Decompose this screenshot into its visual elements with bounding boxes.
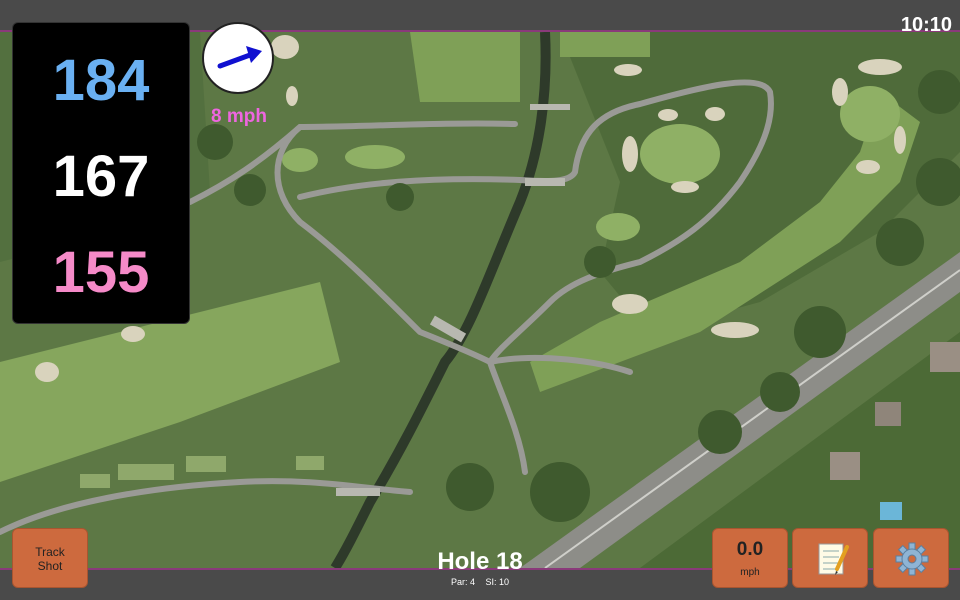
settings-button[interactable] — [873, 528, 949, 588]
wind-indicator — [202, 22, 274, 94]
middle-distance: 167 — [52, 144, 150, 209]
distance-panel: 184 167 155 — [12, 22, 190, 324]
clock-time: 10:10 — [900, 14, 952, 36]
hole-info: Par: 4 SI: 10 — [380, 577, 580, 587]
wind-speed-label: 8 mph — [211, 106, 267, 127]
hole-par: Par: 4 — [450, 577, 475, 587]
speed-unit: mph — [740, 567, 760, 578]
hole-title: Hole 18 — [437, 548, 523, 575]
notepad-icon — [818, 543, 849, 575]
hole-stroke-index: SI: 10 — [485, 577, 510, 587]
speed-button[interactable]: 0.0 mph — [712, 528, 788, 588]
arrow-icon — [217, 46, 262, 69]
notes-button[interactable] — [792, 528, 868, 588]
gear-icon — [895, 542, 929, 576]
track-shot-label-line2: Shot — [37, 559, 63, 573]
track-shot-label-line1: Track — [35, 545, 65, 559]
track-shot-button[interactable]: Track Shot — [12, 528, 88, 588]
speed-value: 0.0 — [736, 539, 764, 560]
front-distance: 155 — [52, 240, 150, 305]
back-distance: 184 — [52, 48, 150, 113]
